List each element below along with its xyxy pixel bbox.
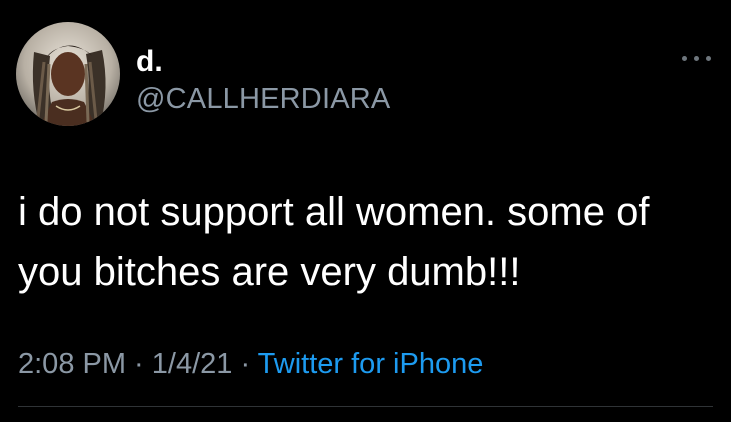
- tweet-time[interactable]: 2:08 PM: [18, 348, 126, 380]
- more-options-icon[interactable]: [678, 48, 716, 68]
- tweet-meta: 2:08 PM · 1/4/21 · Twitter for iPhone: [18, 346, 483, 382]
- user-handle[interactable]: @CALLHERDIARA: [136, 83, 390, 115]
- more-dot: [706, 56, 711, 61]
- meta-separator: ·: [126, 348, 152, 380]
- avatar-image: [16, 22, 120, 126]
- tweet-card: d. @CALLHERDIARA i do not support all wo…: [0, 0, 731, 422]
- divider: [18, 406, 713, 407]
- tweet-text: i do not support all women. some of you …: [18, 182, 718, 302]
- display-name[interactable]: d.: [136, 46, 163, 78]
- avatar[interactable]: [16, 22, 120, 126]
- tweet-source-link[interactable]: Twitter for iPhone: [258, 348, 484, 380]
- more-dot: [682, 56, 687, 61]
- meta-separator: ·: [232, 348, 258, 380]
- tweet-text-line: i do not support all women. some of: [18, 190, 650, 234]
- tweet-text-line: you bitches are very dumb!!!: [18, 250, 521, 294]
- tweet-date[interactable]: 1/4/21: [152, 348, 233, 380]
- more-dot: [694, 56, 699, 61]
